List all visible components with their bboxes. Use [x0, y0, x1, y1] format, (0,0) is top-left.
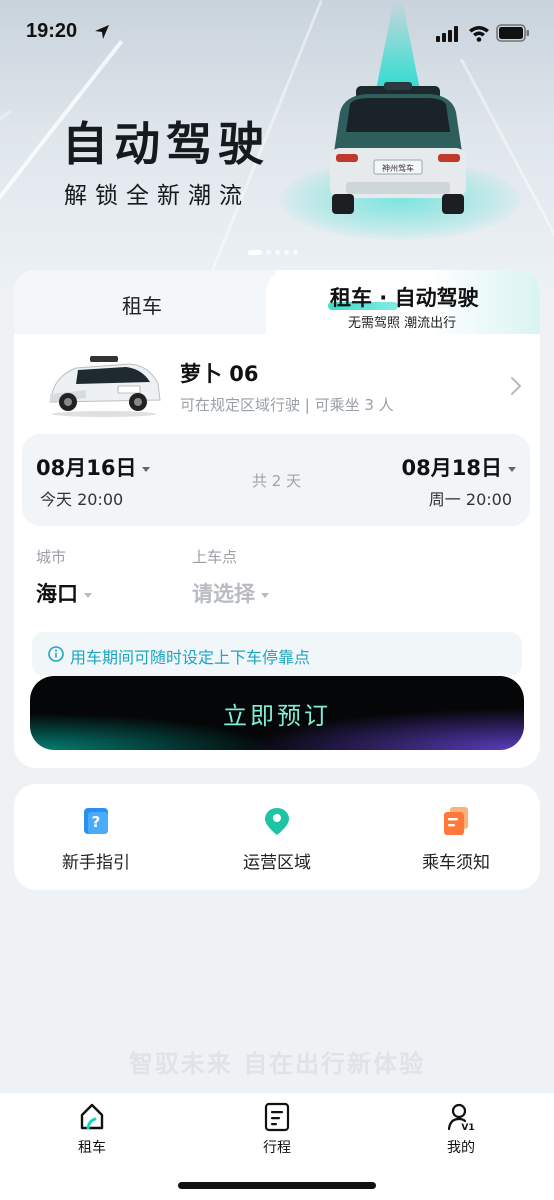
user-v1-icon: V1 [447, 1103, 475, 1133]
tab-autonomous-rental[interactable]: 租车 · 自动驾驶 无需驾照 潮流出行 [266, 270, 540, 334]
pager-dot [293, 249, 298, 255]
vehicle-thumbnail [49, 356, 161, 417]
trip-list-icon [264, 1102, 290, 1132]
date-range-picker: 08月16日 今天 20:00 共 2 天 08月18日 周一 20:00 [22, 434, 530, 526]
pager-dot [275, 249, 280, 255]
notice-doc-icon [444, 807, 468, 835]
caret-down-icon [142, 466, 151, 472]
rental-card: 租车 租车 · 自动驾驶 无需驾照 潮流出行 萝卜 06 可在规定区域行驶 | … [14, 270, 540, 768]
tab-bar-profile[interactable]: V1 我的 [421, 1101, 501, 1163]
status-bar: 19:20 [0, 0, 554, 64]
shortcut-beginner-guide[interactable]: ? 新手指引 [16, 784, 176, 890]
tab-rental[interactable]: 租车 [14, 270, 276, 334]
vehicle-description: 可在规定区域行驶 | 可乘坐 3 人 [180, 396, 394, 414]
location-arrow-icon [95, 25, 109, 39]
road-line [0, 110, 12, 239]
book-now-button[interactable]: 立即预订 [30, 676, 524, 750]
start-date: 08月16日 [36, 456, 137, 480]
car-plate-text: 神州驾车 [382, 163, 414, 173]
vehicle-name: 萝卜 06 [180, 362, 259, 386]
tab-bar-label: 租车 [78, 1140, 106, 1156]
notice-text: 用车期间可随时设定上下车停靠点 [70, 648, 311, 667]
vehicle-selector[interactable]: 萝卜 06 可在规定区域行驶 | 可乘坐 3 人 [14, 348, 540, 428]
tab-autonomous-subtitle: 无需驾照 潮流出行 [348, 316, 457, 331]
home-indicator [178, 1182, 376, 1189]
cellular-signal-icon [436, 26, 458, 42]
city-value: 海口 [36, 582, 78, 606]
caret-down-icon [261, 592, 269, 598]
svg-text:V1: V1 [461, 1123, 474, 1133]
car-home-icon [80, 1103, 104, 1130]
footer-slogan: 智驭未来 自在出行新体验 [128, 1050, 426, 1078]
hero-banner[interactable]: 神州驾车 19:20 自动驾驶 解锁全新潮流 [0, 0, 554, 300]
autonomous-car-image: 神州驾车 [330, 82, 466, 214]
city-select[interactable]: 海口 [36, 578, 92, 608]
status-time: 19:20 [26, 20, 78, 42]
svg-text:?: ? [92, 813, 101, 831]
tab-autonomous-title: 租车 · 自动驾驶 [330, 286, 479, 310]
pager-dot-active [248, 249, 262, 255]
tab-bar-label: 行程 [263, 1140, 291, 1156]
shortcut-ride-notice[interactable]: 乘车须知 [376, 784, 536, 890]
shortcut-service-area[interactable]: 运营区域 [197, 784, 357, 890]
start-date-picker[interactable]: 08月16日 [36, 452, 151, 482]
question-icon: ? [84, 808, 108, 834]
tab-bar-label: 我的 [447, 1140, 475, 1156]
pickup-select[interactable]: 请选择 [192, 578, 269, 608]
rental-duration: 共 2 天 [252, 472, 302, 490]
battery-icon [496, 24, 529, 42]
start-time: 今天 20:00 [40, 490, 124, 509]
caret-down-icon [84, 592, 92, 598]
caret-down-icon [508, 466, 516, 472]
city-label: 城市 [36, 548, 67, 566]
tab-bar-trips[interactable]: 行程 [237, 1101, 317, 1163]
pickup-label: 上车点 [192, 548, 238, 566]
shortcut-label: 乘车须知 [422, 853, 490, 873]
mode-tabs: 租车 租车 · 自动驾驶 无需驾照 潮流出行 [14, 270, 540, 334]
hero-subtitle: 解锁全新潮流 [64, 183, 250, 209]
end-date-picker[interactable]: 08月18日 [402, 452, 516, 482]
wifi-icon [469, 26, 489, 42]
pickup-placeholder: 请选择 [192, 582, 255, 606]
chevron-right-icon [511, 377, 521, 395]
pager-dot [284, 249, 289, 255]
shortcut-panel: ? 新手指引 运营区域 乘车须知 [14, 784, 540, 890]
pager-dot [266, 249, 271, 255]
usage-notice: 用车期间可随时设定上下车停靠点 [32, 632, 522, 676]
hero-title: 自动驾驶 [62, 117, 270, 171]
tab-rental-label: 租车 [122, 294, 162, 318]
end-time: 周一 20:00 [428, 490, 512, 509]
banner-pager [248, 249, 298, 255]
shortcut-label: 新手指引 [62, 853, 130, 873]
location-pin-icon [265, 808, 289, 835]
end-date: 08月18日 [401, 456, 502, 480]
tab-bar-rental[interactable]: 租车 [52, 1101, 132, 1163]
info-icon [48, 646, 64, 662]
shortcut-label: 运营区域 [243, 853, 311, 873]
